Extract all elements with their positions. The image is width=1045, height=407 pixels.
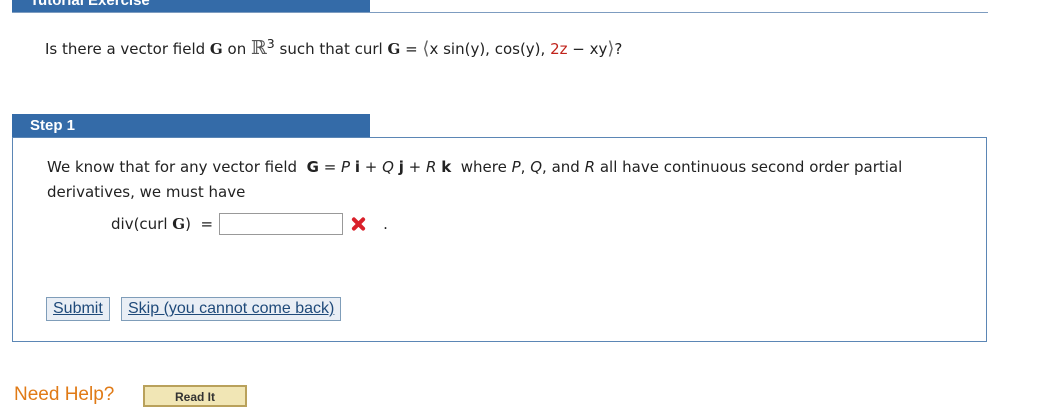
and-word: and — [551, 158, 580, 176]
step-header: Step 1 — [12, 114, 370, 137]
var-Q: Q — [530, 158, 543, 176]
question-mark: ? — [614, 40, 623, 58]
step-explanation: We know that for any vector field G = P … — [47, 158, 903, 201]
where-word: where — [460, 158, 507, 176]
var-R: R — [584, 158, 596, 176]
real-space-symbol: ℝ — [250, 37, 267, 59]
skip-button[interactable]: Skip (you cannot come back) — [121, 297, 342, 321]
div-curl-G: G — [172, 215, 186, 233]
incorrect-x-icon — [351, 217, 365, 231]
tutorial-divider — [12, 12, 988, 13]
var-P: P — [511, 158, 521, 176]
div-curl-equation: div(curl G) = . — [111, 211, 388, 237]
question-prefix: Is there a vector field — [45, 40, 206, 58]
question-field-symbol: G — [209, 40, 223, 58]
vector-eq-Q: + Q — [364, 158, 394, 176]
explanation-intro: We know that for any vector field — [47, 158, 298, 176]
vector-eq-P: = P — [323, 158, 351, 176]
vector-eq-R: + R — [408, 158, 437, 176]
trailing-period: . — [383, 215, 388, 233]
unit-k: k — [441, 158, 452, 176]
answer-input[interactable] — [219, 213, 344, 235]
vector-field-G: G — [306, 158, 319, 176]
component-3-rest: − xy — [572, 40, 608, 58]
question-curl-field: G — [387, 40, 401, 58]
question-on: on — [227, 40, 247, 58]
step-panel: We know that for any vector field G = P … — [12, 137, 987, 342]
component-1-2: x sin(y), cos(y), — [429, 40, 546, 58]
div-curl-equals: = — [200, 215, 214, 233]
question-such: such that curl — [279, 40, 383, 58]
question-text: Is there a vector field G on ℝ3 such tha… — [45, 36, 622, 59]
read-it-button[interactable]: Read It — [143, 385, 247, 407]
div-curl-close: ) — [185, 215, 191, 233]
div-curl-label: div(curl — [111, 215, 168, 233]
component-3-highlight: 2z — [550, 40, 568, 58]
unit-j: j — [398, 158, 404, 176]
question-equals: = — [405, 40, 418, 58]
submit-button[interactable]: Submit — [46, 297, 110, 321]
real-space-exponent: 3 — [266, 36, 275, 51]
need-help-label: Need Help? — [14, 384, 115, 405]
unit-i: i — [354, 158, 361, 176]
tutorial-header: Tutorial Exercise — [12, 0, 370, 12]
